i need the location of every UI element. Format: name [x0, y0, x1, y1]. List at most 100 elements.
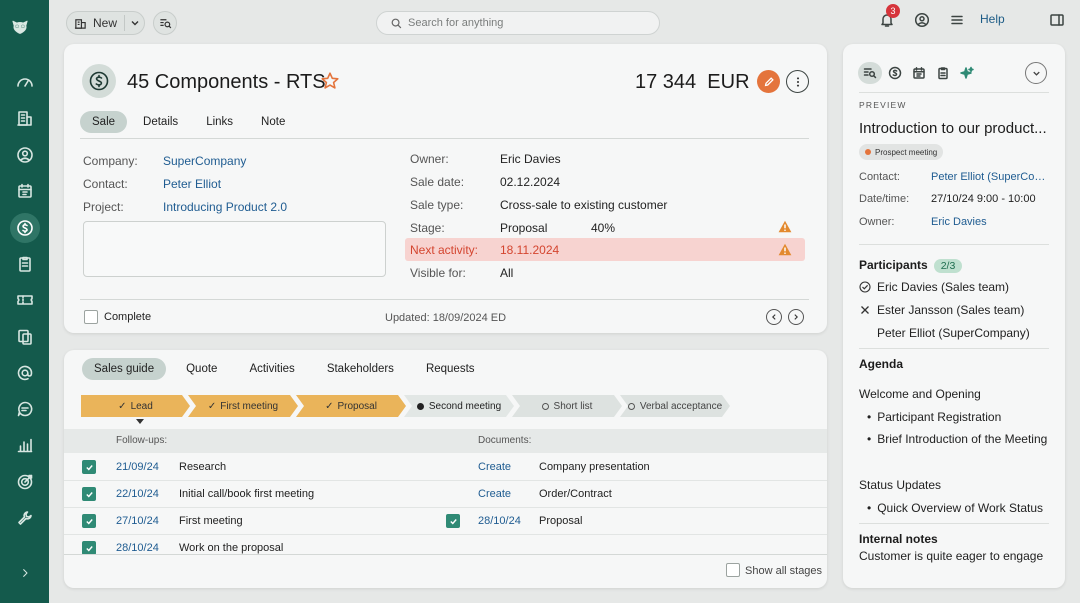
- tools-icon[interactable]: [14, 507, 36, 529]
- preview-title[interactable]: Introduction to our product...: [859, 120, 1051, 137]
- stage-short-list[interactable]: Short list: [512, 395, 622, 417]
- tab-quote[interactable]: Quote: [174, 358, 229, 380]
- document-checkbox[interactable]: [446, 514, 460, 528]
- document-name: Order/Contract: [539, 488, 612, 500]
- user-account-icon[interactable]: [911, 9, 933, 31]
- contacts-icon[interactable]: [14, 144, 36, 166]
- tab-requests[interactable]: Requests: [414, 358, 487, 380]
- tab-stakeholders[interactable]: Stakeholders: [315, 358, 406, 380]
- goals-icon[interactable]: [14, 471, 36, 493]
- tabs-divider: [80, 138, 809, 139]
- next-activity-value[interactable]: 18.11.2024: [500, 243, 559, 257]
- expand-rail-icon[interactable]: [14, 562, 36, 584]
- email-icon[interactable]: [14, 362, 36, 384]
- preview-owner-link[interactable]: Eric Davies: [931, 216, 1053, 228]
- tickets-icon[interactable]: [14, 289, 36, 311]
- document-date-link[interactable]: 28/10/24: [478, 515, 521, 527]
- complete-checkbox[interactable]: [84, 310, 98, 324]
- document-create-link[interactable]: Create: [478, 488, 511, 500]
- tasks-icon[interactable]: [932, 62, 954, 84]
- warning-icon: [778, 220, 792, 233]
- menu-icon[interactable]: [946, 9, 968, 31]
- visible-for-value[interactable]: All: [500, 266, 513, 280]
- visible-for-label: Visible for:: [410, 266, 466, 280]
- help-link[interactable]: Help: [980, 12, 1005, 26]
- tab-note[interactable]: Note: [249, 111, 297, 133]
- search-input[interactable]: [408, 17, 648, 29]
- followup-date[interactable]: 22/10/24: [116, 488, 159, 500]
- stage-proposal[interactable]: ✓ Proposal: [296, 395, 406, 417]
- participant-name[interactable]: Ester Jansson (Sales team): [877, 303, 1024, 317]
- document-name: Proposal: [539, 515, 583, 527]
- stage-lead[interactable]: ✓ Lead: [81, 395, 190, 417]
- agenda-section-title: Welcome and Opening: [859, 387, 981, 401]
- followup-checkbox[interactable]: [82, 541, 96, 554]
- followup-date[interactable]: 28/10/24: [116, 542, 159, 554]
- sale-date-value[interactable]: 02.12.2024: [500, 175, 560, 189]
- sale-type-value[interactable]: Cross-sale to existing customer: [500, 198, 667, 212]
- company-link[interactable]: SuperCompany: [163, 154, 246, 168]
- followup-date[interactable]: 21/09/24: [116, 461, 159, 473]
- owl-logo-icon[interactable]: [11, 18, 39, 46]
- project-link[interactable]: Introducing Product 2.0: [163, 200, 287, 214]
- stage-label: Verbal acceptance: [639, 400, 723, 412]
- tab-sales-guide[interactable]: Sales guide: [82, 358, 167, 380]
- followup-checkbox[interactable]: [82, 514, 96, 528]
- list-search-button[interactable]: [153, 11, 177, 35]
- edit-button[interactable]: [757, 70, 780, 93]
- document-create-link[interactable]: Create: [478, 461, 511, 473]
- stage-value[interactable]: Proposal: [500, 221, 547, 235]
- previous-record-button[interactable]: [766, 309, 782, 325]
- followup-date[interactable]: 27/10/24: [116, 515, 159, 527]
- followup-text: Work on the proposal: [179, 542, 284, 554]
- owner-value[interactable]: Eric Davies: [500, 152, 561, 166]
- global-search[interactable]: [376, 11, 660, 35]
- tab-activities[interactable]: Activities: [237, 358, 306, 380]
- sale-notes-field[interactable]: [83, 221, 386, 277]
- preview-contact-link[interactable]: Peter Elliot (SuperCompany): [931, 171, 1053, 183]
- search-icon: [391, 18, 402, 29]
- guide-table-header: Follow-ups: Documents:: [64, 429, 827, 453]
- amount-value: 17 344: [635, 71, 697, 93]
- documents-icon[interactable]: [14, 326, 36, 348]
- badge-dot: [865, 149, 871, 155]
- notifications-bell-icon[interactable]: 3: [876, 4, 900, 31]
- followup-checkbox[interactable]: [82, 487, 96, 501]
- show-all-stages-checkbox[interactable]: [726, 563, 740, 577]
- participant-name[interactable]: Peter Elliot (SuperCompany): [877, 326, 1030, 340]
- participant-name[interactable]: Eric Davies (Sales team): [877, 280, 1009, 294]
- toggle-side-panel-icon[interactable]: [1046, 9, 1068, 31]
- next-record-button[interactable]: [788, 309, 804, 325]
- favorite-star-icon[interactable]: [320, 71, 340, 94]
- stage-first-meeting[interactable]: ✓ First meeting: [188, 395, 298, 417]
- followups-header: Follow-ups:: [116, 435, 168, 446]
- dashboard-icon[interactable]: [14, 71, 36, 93]
- tab-sale[interactable]: Sale: [80, 111, 128, 133]
- sale-dollar-icon: [82, 64, 116, 98]
- sales-icon[interactable]: [884, 62, 906, 84]
- list-view-icon[interactable]: [858, 62, 882, 84]
- companies-icon[interactable]: [14, 107, 36, 129]
- contact-link[interactable]: Peter Elliot: [163, 177, 221, 191]
- internal-notes-header: Internal notes: [859, 532, 938, 546]
- tab-links[interactable]: Links: [194, 111, 245, 133]
- section-divider: [859, 244, 1049, 245]
- new-button[interactable]: New: [66, 11, 145, 35]
- stage-second-meeting[interactable]: Second meeting: [404, 395, 514, 417]
- reports-icon[interactable]: [14, 434, 36, 456]
- preview-caption: PREVIEW: [859, 100, 907, 110]
- tasks-icon[interactable]: [14, 253, 36, 275]
- messages-icon[interactable]: [14, 398, 36, 420]
- calendar-icon[interactable]: [14, 180, 36, 202]
- sales-icon[interactable]: [10, 213, 40, 243]
- ai-sparkle-icon[interactable]: [956, 62, 978, 84]
- chevron-down-icon[interactable]: [129, 17, 141, 32]
- stage-verbal-acceptance[interactable]: Verbal acceptance: [620, 395, 730, 417]
- collapse-preview-button[interactable]: [1025, 62, 1047, 84]
- tab-details[interactable]: Details: [131, 111, 190, 133]
- more-options-button[interactable]: [786, 70, 809, 93]
- followup-checkbox[interactable]: [82, 460, 96, 474]
- calendar-icon[interactable]: [908, 62, 930, 84]
- preview-contact-label: Contact:: [859, 171, 900, 183]
- declined-x-icon: [861, 306, 869, 314]
